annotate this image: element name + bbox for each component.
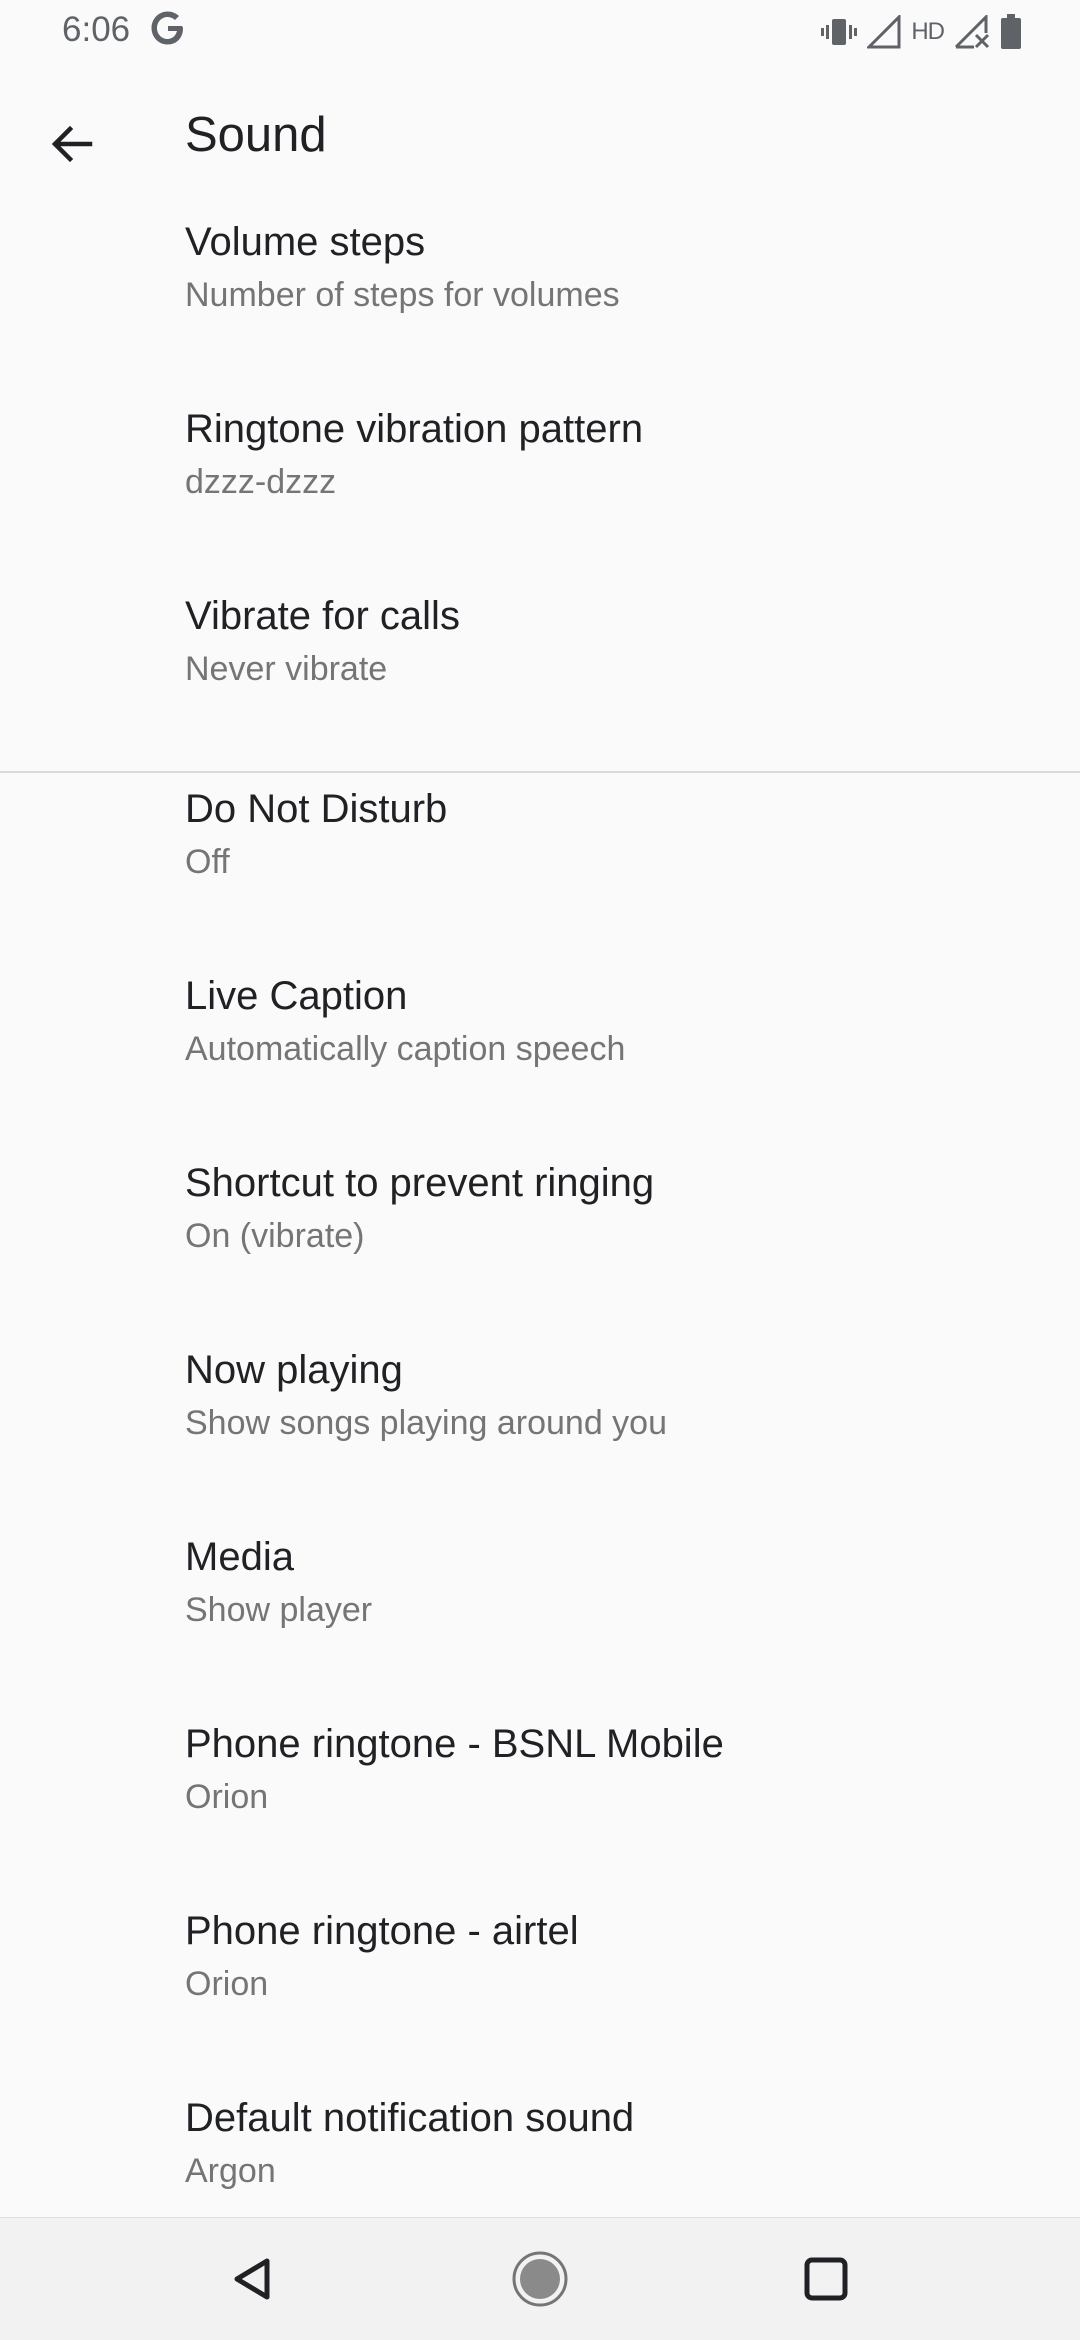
pref-summary: dzzz-dzzz (185, 463, 337, 501)
pref-media[interactable]: Media Show player (0, 1523, 1080, 1710)
signal-icon (867, 15, 901, 49)
pref-title: Live Caption (185, 974, 408, 1018)
pref-summary: Show songs playing around you (185, 1404, 667, 1442)
pref-do-not-disturb[interactable]: Do Not Disturb Off (0, 775, 1080, 962)
pref-summary: Argon (185, 2152, 276, 2190)
app-bar: Sound (0, 62, 1080, 208)
nav-back-icon (234, 2258, 270, 2300)
pref-title: Phone ringtone - airtel (185, 1909, 579, 1953)
pref-vibrate-for-calls[interactable]: Vibrate for calls Never vibrate (0, 582, 1080, 771)
pref-title: Phone ringtone - BSNL Mobile (185, 1722, 724, 1766)
sound-settings-list: Volume steps Number of steps for volumes… (0, 208, 1080, 2271)
navigation-bar (0, 2217, 1080, 2340)
pref-title: Do Not Disturb (185, 787, 448, 831)
pref-ringtone-vibration-pattern[interactable]: Ringtone vibration pattern dzzz-dzzz (0, 395, 1080, 582)
pref-title: Now playing (185, 1348, 403, 1392)
pref-title: Volume steps (185, 220, 426, 264)
pref-title: Ringtone vibration pattern (185, 407, 644, 451)
page-title: Sound (185, 108, 327, 162)
status-time: 6:06 (62, 10, 131, 49)
pref-volume-steps[interactable]: Volume steps Number of steps for volumes (0, 208, 1080, 395)
hd-icon: HD (911, 18, 945, 45)
nav-home-icon (512, 2251, 568, 2307)
pref-summary: Never vibrate (185, 650, 388, 688)
pref-summary: Automatically caption speech (185, 1030, 626, 1068)
section-divider (0, 771, 1080, 773)
pref-summary: Orion (185, 1778, 269, 1816)
pref-summary: Number of steps for volumes (185, 276, 620, 314)
status-bar: 6:06 HD (0, 0, 1080, 62)
vibrate-icon (821, 14, 858, 50)
status-icons: HD (821, 12, 1022, 52)
google-g-icon (148, 6, 188, 50)
pref-title: Default notification sound (185, 2096, 635, 2140)
pref-title: Vibrate for calls (185, 594, 460, 638)
signal-no-data-icon (954, 15, 990, 49)
pref-phone-ringtone-airtel[interactable]: Phone ringtone - airtel Orion (0, 1897, 1080, 2084)
pref-title: Media (185, 1535, 294, 1579)
pref-live-caption[interactable]: Live Caption Automatically caption speec… (0, 962, 1080, 1149)
nav-recents-icon (804, 2257, 848, 2301)
pref-title: Shortcut to prevent ringing (185, 1161, 655, 1205)
battery-icon (1000, 14, 1022, 50)
back-button[interactable] (28, 100, 116, 188)
pref-phone-ringtone-bsnl[interactable]: Phone ringtone - BSNL Mobile Orion (0, 1710, 1080, 1897)
pref-shortcut-prevent-ringing[interactable]: Shortcut to prevent ringing On (vibrate) (0, 1149, 1080, 1336)
pref-summary: Orion (185, 1965, 269, 2003)
nav-back-button[interactable] (210, 2236, 296, 2322)
pref-now-playing[interactable]: Now playing Show songs playing around yo… (0, 1336, 1080, 1523)
pref-summary: On (vibrate) (185, 1217, 365, 1255)
nav-home-button[interactable] (497, 2236, 583, 2322)
pref-summary: Off (185, 843, 230, 881)
arrow-back-icon (51, 125, 93, 163)
nav-recents-button[interactable] (783, 2236, 869, 2322)
pref-summary: Show player (185, 1591, 373, 1629)
